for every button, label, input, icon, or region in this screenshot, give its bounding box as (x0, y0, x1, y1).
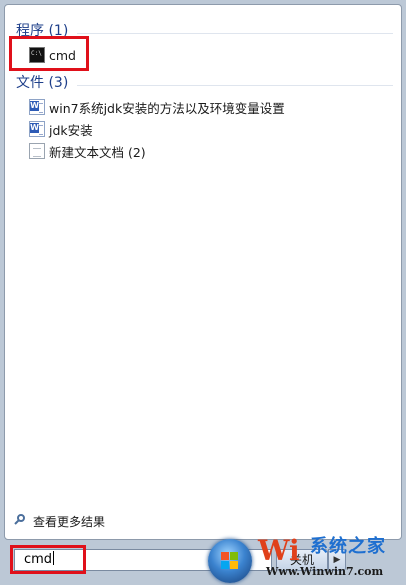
result-item-win7-jdk-doc[interactable]: win7系统jdk安装的方法以及环境变量设置 (29, 97, 285, 117)
watermark-brand: 系统之家 (310, 536, 386, 557)
see-more-results-link[interactable]: 查看更多结果 (14, 512, 105, 530)
start-button[interactable] (208, 539, 252, 583)
watermark-url: Www.Winwin7.com (266, 565, 384, 578)
result-item-jdk-install[interactable]: jdk安装 (29, 119, 93, 139)
watermark-logo: Wi (258, 534, 300, 567)
result-item-label: 新建文本文档 (2) (49, 144, 146, 160)
search-highlight-box (10, 545, 86, 574)
files-divider (77, 85, 393, 86)
word-document-icon (29, 99, 45, 115)
windows-flag-icon (221, 552, 239, 570)
search-icon (14, 514, 28, 528)
cmd-highlight-box (9, 36, 89, 71)
result-item-new-text-doc[interactable]: 新建文本文档 (2) (29, 141, 146, 161)
programs-divider (77, 33, 393, 34)
see-more-label: 查看更多结果 (33, 514, 106, 529)
text-document-icon (29, 143, 45, 159)
search-results-panel: 程序 (1) cmd 文件 (3) win7系统jdk安装的方法以及环境变量设置… (4, 4, 402, 540)
files-group-header[interactable]: 文件 (3) (16, 73, 68, 93)
result-item-label: win7系统jdk安装的方法以及环境变量设置 (49, 100, 285, 116)
result-item-label: jdk安装 (49, 122, 93, 138)
word-document-icon (29, 121, 45, 137)
watermark: Wi 系统之家 Www.Winwin7.com (258, 533, 404, 583)
